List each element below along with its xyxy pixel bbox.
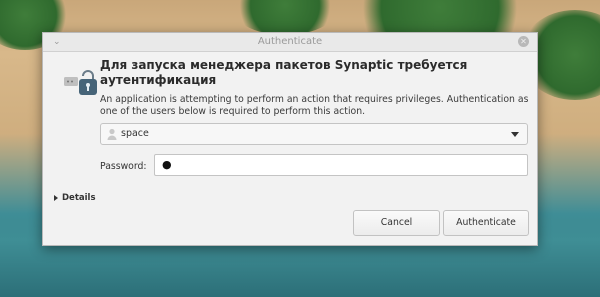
details-label: Details: [62, 193, 96, 203]
expander-triangle-icon: [54, 194, 58, 201]
dialog-heading: Для запуска менеджера пакетов Synaptic т…: [100, 58, 468, 87]
dialog-description: An application is attempting to perform …: [100, 94, 529, 117]
wallpaper-palm: [230, 0, 340, 35]
chevron-down-icon: [511, 132, 519, 137]
password-label: Password:: [100, 161, 147, 172]
lock-keys-icon: [64, 70, 97, 95]
authentication-dialog: ⌄ Authenticate ✕ Для запуска менеджера п…: [42, 32, 538, 246]
user-icon: [107, 128, 117, 140]
window-title: Authenticate: [257, 36, 323, 47]
authenticate-button[interactable]: Authenticate: [443, 210, 529, 236]
title-bar: ⌄ Authenticate ✕: [43, 33, 537, 52]
cancel-button[interactable]: Cancel: [353, 210, 440, 236]
window-menu-icon[interactable]: ⌄: [53, 33, 61, 51]
user-select-dropdown[interactable]: space: [100, 123, 528, 145]
selected-user-label: space: [121, 128, 149, 139]
details-expander[interactable]: Details: [54, 193, 96, 203]
close-icon[interactable]: ✕: [518, 36, 529, 47]
password-dots: ●: [162, 158, 172, 171]
password-field[interactable]: ●: [154, 154, 528, 176]
